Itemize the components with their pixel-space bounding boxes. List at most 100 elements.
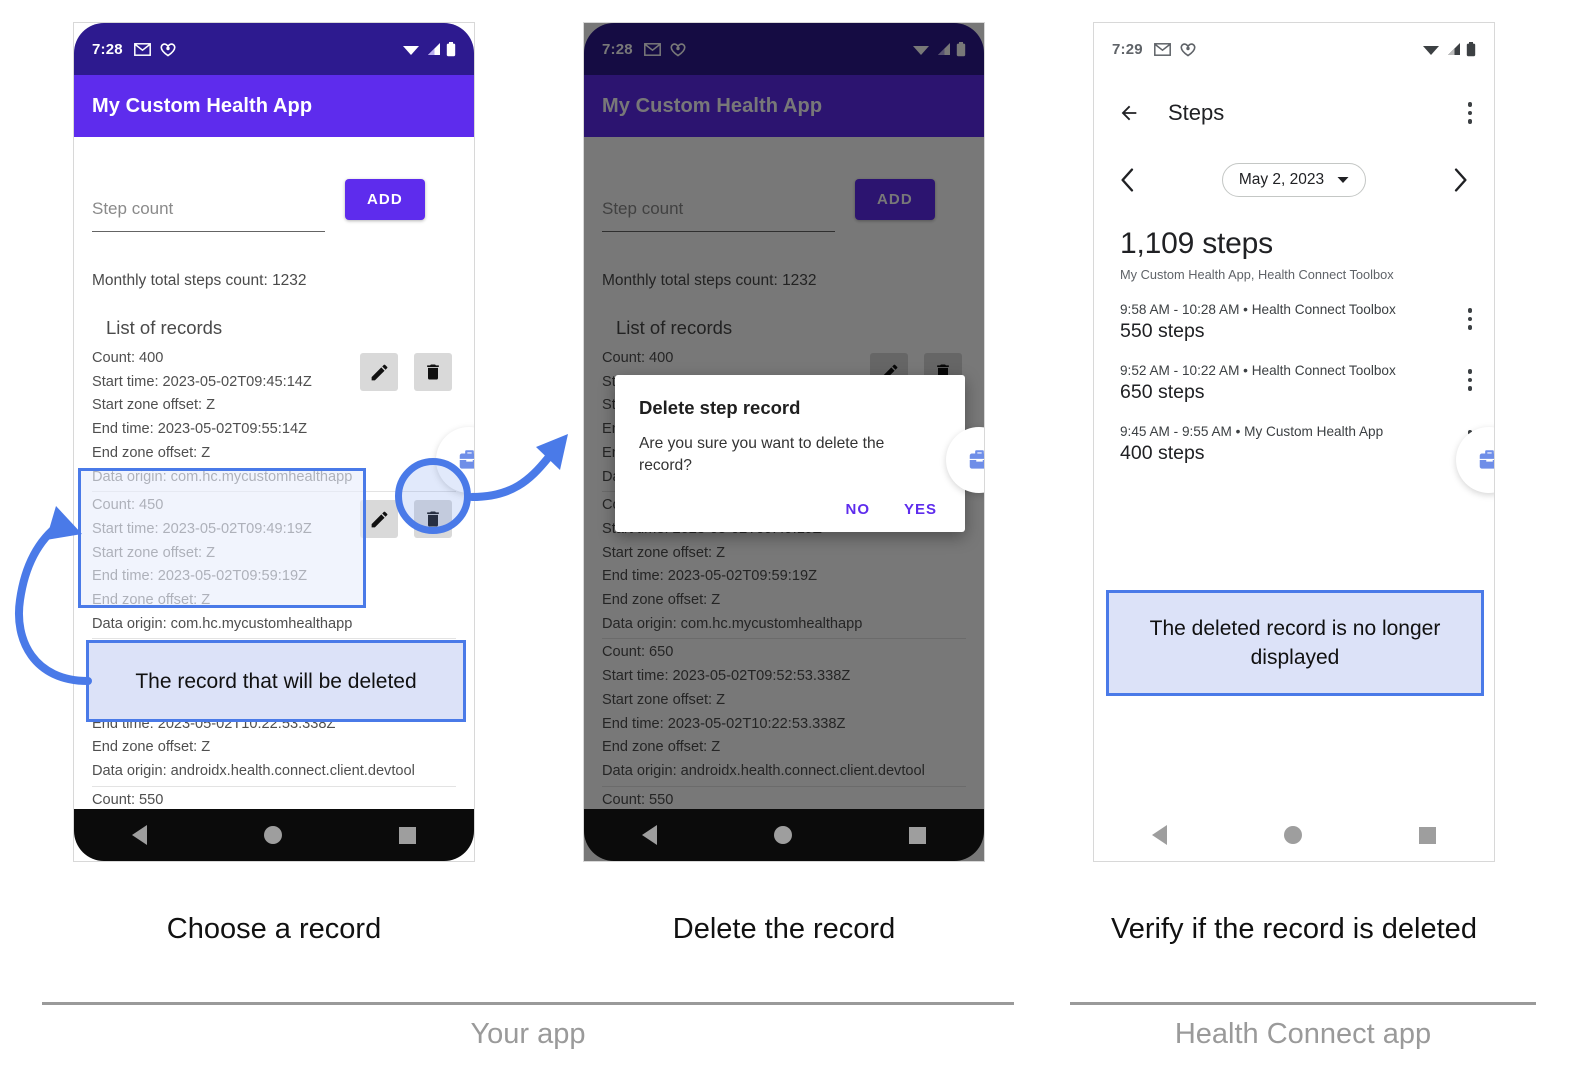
date-navigation: May 2, 2023 <box>1094 151 1494 197</box>
pencil-icon <box>371 511 387 528</box>
highlighted-record-box <box>78 468 366 608</box>
list-item[interactable]: 9:45 AM - 9:55 AM • My Custom Health App… <box>1094 404 1494 465</box>
overflow-menu-button[interactable] <box>1467 102 1472 124</box>
health-connect-content: Steps May 2, 2023 1,109 steps My Custom … <box>1094 75 1494 861</box>
entry-meta: 9:58 AM - 10:28 AM • Health Connect Tool… <box>1120 302 1396 317</box>
phone3-screen: 7:29 Steps May 2, 2023 1,109 steps My Cu… <box>1094 23 1494 861</box>
divider-right <box>1070 1002 1536 1005</box>
nav-home-icon[interactable] <box>1283 826 1302 844</box>
toolbox-icon <box>1479 450 1494 469</box>
pencil-icon <box>371 364 387 380</box>
entry-overflow-button[interactable] <box>1467 302 1472 330</box>
system-nav-bar <box>584 809 984 861</box>
nav-back-icon[interactable] <box>132 825 148 845</box>
step-count-input[interactable]: Step count <box>92 199 325 232</box>
wifi-icon <box>1423 46 1439 55</box>
nav-recents-icon[interactable] <box>908 826 926 844</box>
nav-back-icon[interactable] <box>642 825 658 845</box>
delete-button[interactable] <box>414 353 452 391</box>
chevron-down-icon <box>1337 177 1349 183</box>
record-actions <box>360 353 452 391</box>
dialog-yes-button[interactable]: YES <box>904 501 937 518</box>
entry-value: 650 steps <box>1120 381 1205 403</box>
wifi-icon <box>403 46 419 55</box>
record-callout-box: The record that will be deleted <box>86 640 466 722</box>
date-picker-chip[interactable]: May 2, 2023 <box>1221 163 1367 197</box>
page-title: Steps <box>1168 100 1225 125</box>
status-bar: 7:29 <box>1094 23 1494 75</box>
page-root: 7:28 My Custom Health App Step count ADD… <box>0 0 1578 1088</box>
entry-value: 400 steps <box>1120 442 1205 464</box>
group-label-health-connect-app: Health Connect app <box>1174 1018 1432 1050</box>
dialog-no-button[interactable]: NO <box>845 501 870 518</box>
record-end-time: End time: 2023-05-02T09:55:14Z <box>92 421 307 438</box>
gmail-icon <box>133 42 151 56</box>
back-arrow-icon[interactable] <box>1116 102 1142 124</box>
deleted-callout-box: The deleted record is no longer displaye… <box>1106 590 1484 696</box>
divider-left <box>42 1002 1014 1005</box>
battery-icon <box>1466 41 1476 56</box>
phone-frame-verify-record: 7:29 Steps May 2, 2023 1,109 steps My Cu… <box>1093 22 1495 862</box>
arrow-trash-to-dialog <box>468 454 552 501</box>
health-connect-icon <box>1180 42 1196 57</box>
monthly-total-label: Monthly total steps count: 1232 <box>92 272 307 289</box>
phone1-screen: 7:28 My Custom Health App Step count ADD… <box>74 23 474 861</box>
nav-recents-icon[interactable] <box>398 826 416 844</box>
kebab-icon <box>1467 102 1472 124</box>
entry-meta: 9:45 AM - 9:55 AM • My Custom Health App <box>1120 424 1384 439</box>
chevron-right-icon[interactable] <box>1454 168 1468 192</box>
status-time: 7:28 <box>92 40 123 58</box>
group-label-your-app: Your app <box>470 1018 586 1050</box>
system-nav-bar <box>1094 809 1494 861</box>
add-button[interactable]: ADD <box>345 179 425 220</box>
battery-icon <box>446 41 456 56</box>
deleted-callout-text: The deleted record is no longer displaye… <box>1149 617 1441 669</box>
nav-back-icon[interactable] <box>1152 825 1168 845</box>
delete-confirmation-dialog: Delete step record Are you sure you want… <box>615 375 965 532</box>
nav-home-icon[interactable] <box>773 826 792 844</box>
record-data-origin: Data origin: com.hc.mycustomhealthapp <box>92 615 353 632</box>
input-underline <box>92 231 325 232</box>
phone2-screen: 7:28 My Custom Health App Step count <box>584 23 984 861</box>
gmail-icon <box>1153 42 1171 56</box>
phone-frame-choose-record: 7:28 My Custom Health App Step count ADD… <box>73 22 475 862</box>
app-bar: My Custom Health App <box>74 75 474 137</box>
caption-step-2: Delete the record <box>672 913 896 945</box>
nav-recents-icon[interactable] <box>1418 826 1436 844</box>
record-end-zone: End zone offset: Z <box>92 739 211 756</box>
dialog-message: Are you sure you want to delete the reco… <box>639 435 885 474</box>
entry-overflow-button[interactable] <box>1467 363 1472 391</box>
step-input-row: Step count ADD <box>92 137 456 232</box>
data-sources-label: My Custom Health App, Health Connect Too… <box>1120 267 1394 282</box>
entry-meta: 9:52 AM - 10:22 AM • Health Connect Tool… <box>1120 363 1396 378</box>
list-item[interactable]: 9:58 AM - 10:28 AM • Health Connect Tool… <box>1094 282 1494 343</box>
total-steps-value: 1,109 steps <box>1120 227 1273 260</box>
health-connect-icon <box>160 42 176 57</box>
caption-step-1: Choose a record <box>166 913 382 945</box>
arrow-head-to-dialog <box>536 434 568 470</box>
status-bar: 7:28 <box>74 23 474 75</box>
entry-value: 550 steps <box>1120 320 1205 342</box>
caption-step-3: Verify if the record is deleted <box>1111 913 1477 945</box>
edit-button[interactable] <box>360 353 398 391</box>
status-time: 7:29 <box>1112 40 1143 58</box>
date-picker-value: May 2, 2023 <box>1238 171 1325 188</box>
nav-home-icon[interactable] <box>263 826 282 844</box>
list-item[interactable]: 9:52 AM - 10:22 AM • Health Connect Tool… <box>1094 343 1494 404</box>
record-callout-text: The record that will be deleted <box>135 669 417 693</box>
app-title: My Custom Health App <box>92 94 313 117</box>
chevron-left-icon[interactable] <box>1120 168 1134 192</box>
record-end-zone: End zone offset: Z <box>92 444 211 461</box>
signal-icon <box>428 43 440 55</box>
phone-frame-delete-record: 7:28 My Custom Health App Step count <box>583 22 985 862</box>
toolbox-icon <box>969 450 984 469</box>
kebab-icon <box>1467 369 1472 391</box>
dialog-title: Delete step record <box>639 397 801 418</box>
trash-icon <box>427 364 439 380</box>
step-count-placeholder: Step count <box>92 199 174 218</box>
kebab-icon <box>1467 308 1472 330</box>
delete-button-highlight-ring <box>395 458 471 534</box>
record-start-zone: Start zone offset: Z <box>92 397 216 414</box>
record-data-origin: Data origin: androidx.health.connect.cli… <box>92 762 415 779</box>
dialog-actions: NO YES <box>639 501 941 518</box>
